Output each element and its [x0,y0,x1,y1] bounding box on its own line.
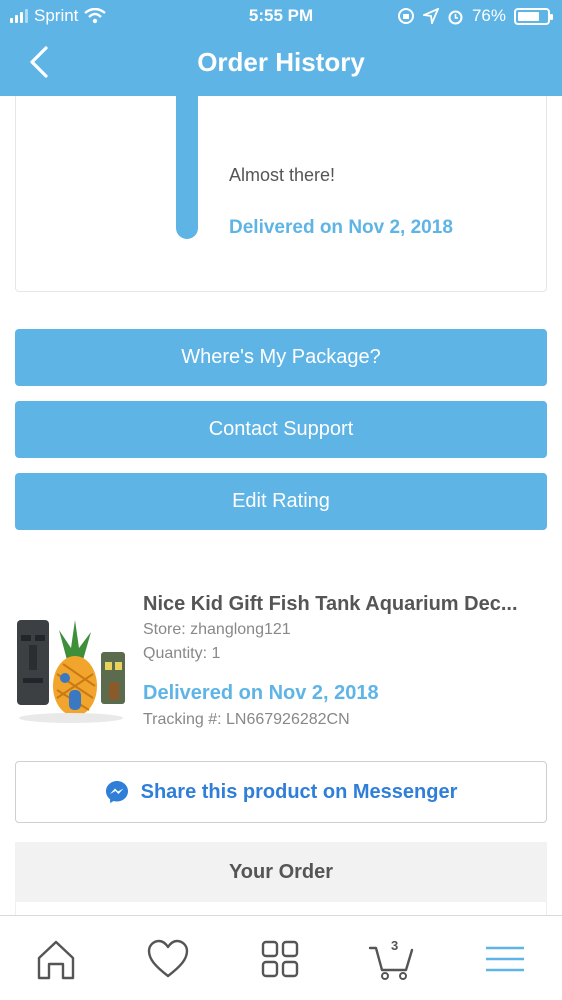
tab-bar [0,915,562,1000]
product-image[interactable] [15,590,128,727]
status-bar: Sprint 5:55 PM 76% [0,0,562,32]
menu-icon[interactable] [482,936,528,982]
product-quantity: Quantity: 1 [143,645,221,662]
rotation-lock-icon [397,8,414,24]
header: Sprint 5:55 PM 76% Order History [0,0,562,96]
cart-count-badge: 3 [391,938,399,953]
contact-support-button[interactable]: Contact Support [15,401,547,458]
page-title: Order History [197,47,365,77]
status-right: 76% [397,6,553,26]
battery-level [518,11,540,21]
location-icon [422,8,439,24]
categories-grid-icon[interactable] [257,936,303,982]
tracking-status-message: Almost there! [229,165,336,185]
edit-rating-button[interactable]: Edit Rating [15,473,547,530]
wishlist-heart-icon[interactable] [145,936,191,982]
product-store: Store: zhanglong121 [143,621,291,638]
battery-icon [514,7,553,25]
battery-percent: 76% [471,6,506,25]
messenger-icon [105,781,128,803]
nav-bar: Order History [0,32,562,96]
tracking-delivered-date: Delivered on Nov 2, 2018 [229,217,453,238]
wheres-my-package-button[interactable]: Where's My Package? [15,329,547,386]
tracking-card: Almost there! Delivered on Nov 2, 2018 [15,96,547,292]
alarm-icon [448,10,463,24]
product-title[interactable]: Nice Kid Gift Fish Tank Aquarium Dec... [143,593,548,616]
product-delivered-date: Delivered on Nov 2, 2018 [143,682,379,704]
share-messenger-label: Share this product on Messenger [140,780,458,803]
home-icon[interactable] [33,936,79,982]
tracking-number: Tracking #: LN667926282CN [143,711,350,728]
tracking-progress-line [176,96,198,239]
your-order-body [15,902,547,916]
share-messenger-button[interactable]: Share this product on Messenger [15,761,547,823]
your-order-header: Your Order [15,842,547,902]
